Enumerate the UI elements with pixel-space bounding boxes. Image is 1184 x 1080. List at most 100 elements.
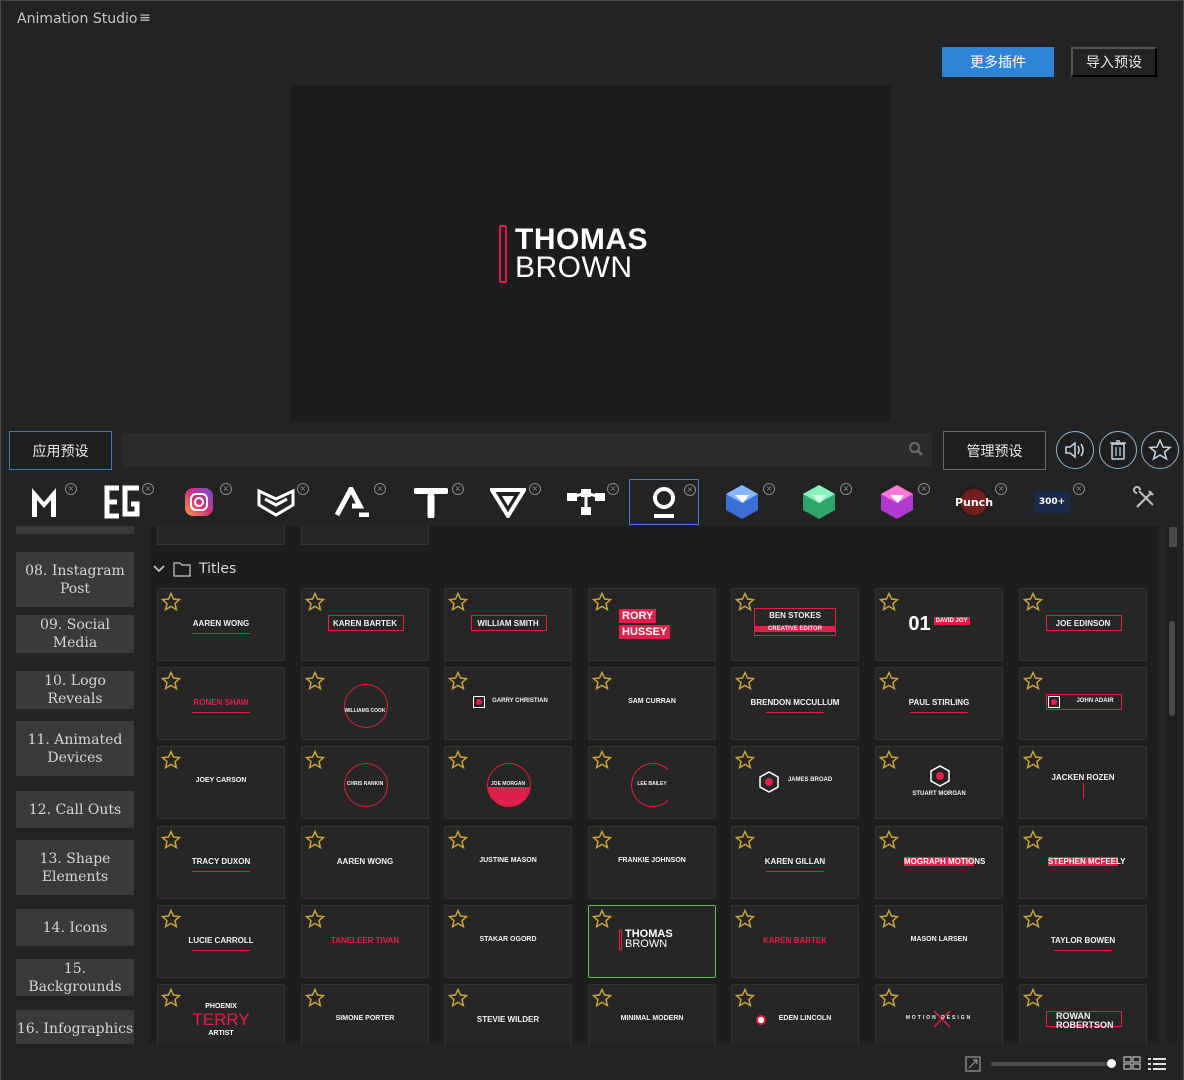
- preset-tile[interactable]: JACKEN ROZEN: [1019, 746, 1147, 819]
- plugin-nodes[interactable]: ×: [551, 479, 621, 525]
- preset-tile[interactable]: MOGRAPH MOTIONS: [875, 826, 1003, 899]
- fit-view-icon[interactable]: [965, 1056, 981, 1072]
- preset-tile[interactable]: STEPHEN MCFEELY: [1019, 826, 1147, 899]
- plugin-cube-blue[interactable]: ×: [707, 479, 777, 525]
- plugin-cube-pink[interactable]: ×: [862, 479, 932, 525]
- favorite-star-icon[interactable]: [448, 909, 468, 929]
- sidebar-item-partial[interactable]: [16, 526, 134, 534]
- sound-button[interactable]: [1056, 431, 1094, 469]
- close-icon[interactable]: ×: [297, 483, 309, 495]
- preset-tile-partial[interactable]: [157, 526, 285, 545]
- preset-tile[interactable]: CHRIS RANKIN: [301, 746, 429, 819]
- favorite-star-icon[interactable]: [879, 592, 899, 612]
- favorite-star-icon[interactable]: [305, 671, 325, 691]
- plugin-punch[interactable]: Punch ×: [939, 479, 1009, 525]
- folder-header[interactable]: Titles: [153, 561, 236, 577]
- preset-tile[interactable]: LUCIE CARROLL: [157, 905, 285, 978]
- favorite-star-icon[interactable]: [735, 592, 755, 612]
- favorite-star-icon[interactable]: [1023, 988, 1043, 1008]
- close-icon[interactable]: ×: [65, 483, 77, 495]
- favorite-star-icon[interactable]: [448, 592, 468, 612]
- close-icon[interactable]: ×: [763, 483, 775, 495]
- close-icon[interactable]: ×: [607, 483, 619, 495]
- favorite-star-icon[interactable]: [305, 750, 325, 770]
- sidebar-item-social-media[interactable]: 09. Social Media: [16, 615, 134, 653]
- close-icon[interactable]: ×: [1073, 483, 1085, 495]
- preset-tile[interactable]: JOHN ADAIR: [1019, 667, 1147, 740]
- plugin-instagram[interactable]: ×: [164, 479, 234, 525]
- delete-button[interactable]: [1099, 431, 1137, 469]
- preset-tile[interactable]: RORY HUSSEY: [588, 588, 716, 661]
- favorite-star-icon[interactable]: [879, 909, 899, 929]
- sidebar-item-instagram-post[interactable]: 08. Instagram Post: [16, 552, 134, 607]
- preset-tile[interactable]: CREATIVE EDITOR BEN STOKES: [731, 588, 859, 661]
- preset-tile[interactable]: STEVIE WILDER: [444, 984, 572, 1044]
- favorite-star-icon[interactable]: [592, 988, 612, 1008]
- sidebar-item-animated-devices[interactable]: 11. Animated Devices: [16, 721, 134, 776]
- preset-tile[interactable]: THOMAS BROWN: [588, 905, 716, 978]
- sidebar-item-shape-elements[interactable]: 13. Shape Elements: [16, 840, 134, 895]
- zoom-slider[interactable]: [991, 1062, 1111, 1066]
- preset-tile[interactable]: TRACY DUXON: [157, 826, 285, 899]
- preset-tile[interactable]: JOE EDINSON: [1019, 588, 1147, 661]
- close-icon[interactable]: ×: [220, 483, 232, 495]
- favorite-star-icon[interactable]: [305, 909, 325, 929]
- close-icon[interactable]: ×: [995, 483, 1007, 495]
- preset-tile[interactable]: PAUL STIRLING: [875, 667, 1003, 740]
- plugin-shield[interactable]: ×: [241, 479, 311, 525]
- preset-tile[interactable]: PHOENIX TERRY ARTIST: [157, 984, 285, 1044]
- favorite-star-icon[interactable]: [1023, 830, 1043, 850]
- plugin-m[interactable]: ×: [9, 479, 79, 525]
- favorite-star-icon[interactable]: [879, 671, 899, 691]
- close-icon[interactable]: ×: [374, 483, 386, 495]
- favorite-star-icon[interactable]: [161, 750, 181, 770]
- import-preset-button[interactable]: 导入预设: [1071, 47, 1157, 77]
- preset-tile[interactable]: WILLIAMS COOK: [301, 667, 429, 740]
- favorite-star-icon[interactable]: [592, 592, 612, 612]
- close-icon[interactable]: ×: [840, 483, 852, 495]
- favorite-star-icon[interactable]: [879, 988, 899, 1008]
- preset-tile[interactable]: SAM CURRAN: [588, 667, 716, 740]
- plugin-t[interactable]: ×: [396, 479, 466, 525]
- preset-tile[interactable]: SIMONE PORTER: [301, 984, 429, 1044]
- favorite-star-icon[interactable]: [448, 988, 468, 1008]
- preset-tile[interactable]: TANELEER TIVAN: [301, 905, 429, 978]
- favorite-star-icon[interactable]: [161, 830, 181, 850]
- favorite-star-icon[interactable]: [592, 909, 612, 929]
- preset-tile[interactable]: GARRY CHRISTIAN: [444, 667, 572, 740]
- favorite-star-icon[interactable]: [1023, 592, 1043, 612]
- plugin-q[interactable]: ×: [629, 479, 699, 525]
- hamburger-menu-icon[interactable]: ≡: [139, 10, 151, 26]
- preset-tile[interactable]: 01 DAVID JOY: [875, 588, 1003, 661]
- preset-tile-partial[interactable]: [301, 526, 429, 545]
- close-icon[interactable]: ×: [684, 484, 696, 496]
- favorite-star-icon[interactable]: [1023, 750, 1043, 770]
- favorite-star-icon[interactable]: [161, 592, 181, 612]
- favorite-star-icon[interactable]: [879, 830, 899, 850]
- favorite-star-icon[interactable]: [1023, 671, 1043, 691]
- preset-tile[interactable]: BRENDON MCCULLUM: [731, 667, 859, 740]
- sidebar-item-backgrounds[interactable]: 15. Backgrounds: [16, 959, 134, 996]
- favorite-star-icon[interactable]: [735, 671, 755, 691]
- preset-tile[interactable]: KAREN BARTEK: [731, 905, 859, 978]
- close-icon[interactable]: ×: [918, 483, 930, 495]
- preset-tile[interactable]: JUSTINE MASON: [444, 826, 572, 899]
- search-icon[interactable]: [908, 441, 924, 457]
- plugin-300[interactable]: 300+ ×: [1017, 479, 1087, 525]
- close-icon[interactable]: ×: [142, 483, 154, 495]
- sidebar-item-logo-reveals[interactable]: 10. Logo Reveals: [16, 671, 134, 709]
- preset-tile[interactable]: AAREN WONG: [157, 588, 285, 661]
- apply-preset-button[interactable]: 应用预设: [9, 431, 112, 470]
- search-input[interactable]: [122, 433, 892, 467]
- favorite-star-icon[interactable]: [161, 909, 181, 929]
- favorites-button[interactable]: [1141, 431, 1179, 469]
- preset-tile[interactable]: STUART MORGAN: [875, 746, 1003, 819]
- preset-tile[interactable]: JAMES BROAD: [731, 746, 859, 819]
- preset-tile[interactable]: MOTION DESIGN: [875, 984, 1003, 1044]
- preset-tile[interactable]: JOE MORGAN: [444, 746, 572, 819]
- favorite-star-icon[interactable]: [448, 830, 468, 850]
- favorite-star-icon[interactable]: [305, 592, 325, 612]
- sidebar-item-call-outs[interactable]: 12. Call Outs: [16, 791, 134, 828]
- favorite-star-icon[interactable]: [592, 750, 612, 770]
- grid-scrollbar[interactable]: [1167, 526, 1177, 1044]
